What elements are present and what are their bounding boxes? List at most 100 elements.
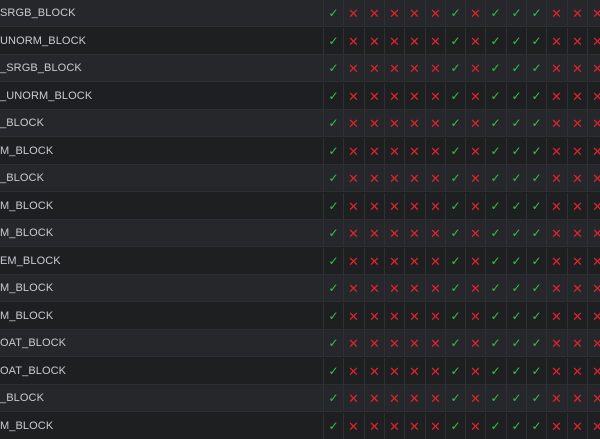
cross-icon: ✕ xyxy=(364,385,384,412)
cross-icon: ✕ xyxy=(425,137,445,165)
cross-icon: ✕ xyxy=(384,220,404,247)
table-row[interactable]: _BLOCK ✓ ✕ ✕ ✕ ✕ ✕ ✓ ✕ ✓ ✓ ✓ ✕ ✕ ✕ xyxy=(0,385,600,412)
table-row[interactable]: M_BLOCK ✓ ✕ ✕ ✕ ✕ ✕ ✓ ✕ ✓ ✓ ✓ ✕ ✕ ✕ xyxy=(0,412,600,439)
cross-icon: ✕ xyxy=(384,357,404,385)
cross-icon: ✕ xyxy=(343,192,363,220)
table-row[interactable]: M_BLOCK ✓ ✕ ✕ ✕ ✕ ✕ ✓ ✕ ✓ ✓ ✓ ✕ ✕ ✕ xyxy=(0,220,600,247)
cross-icon: ✕ xyxy=(465,27,485,55)
cross-icon: ✕ xyxy=(465,110,485,137)
checkmark-icon: ✓ xyxy=(323,27,343,55)
checkmark-icon: ✓ xyxy=(526,110,546,137)
cross-icon: ✕ xyxy=(425,330,445,357)
cross-icon: ✕ xyxy=(567,330,587,357)
table-row[interactable]: M_BLOCK ✓ ✕ ✕ ✕ ✕ ✕ ✓ ✕ ✓ ✓ ✓ ✕ ✕ ✕ xyxy=(0,275,600,302)
cross-icon: ✕ xyxy=(343,275,363,302)
checkmark-icon: ✓ xyxy=(445,82,465,110)
table-row[interactable]: OAT_BLOCK ✓ ✕ ✕ ✕ ✕ ✕ ✓ ✕ ✓ ✓ ✓ ✕ ✕ ✕ xyxy=(0,357,600,385)
cross-icon: ✕ xyxy=(567,220,587,247)
checkmark-icon: ✓ xyxy=(485,302,505,330)
checkmark-icon: ✓ xyxy=(445,220,465,247)
cross-icon: ✕ xyxy=(425,220,445,247)
cross-icon: ✕ xyxy=(343,247,363,275)
cross-icon: ✕ xyxy=(587,165,600,192)
cross-icon: ✕ xyxy=(587,357,600,385)
format-name: M_BLOCK xyxy=(0,282,54,294)
cross-icon: ✕ xyxy=(587,27,600,55)
cross-icon: ✕ xyxy=(343,27,363,55)
checkmark-icon: ✓ xyxy=(506,82,526,110)
cross-icon: ✕ xyxy=(465,357,485,385)
table-row[interactable]: M_BLOCK ✓ ✕ ✕ ✕ ✕ ✕ ✓ ✕ ✓ ✓ ✓ ✕ ✕ ✕ xyxy=(0,302,600,330)
table-row[interactable]: _UNORM_BLOCK ✓ ✕ ✕ ✕ ✕ ✕ ✓ ✕ ✓ ✓ ✓ ✕ ✕ ✕ xyxy=(0,82,600,110)
checkmark-icon: ✓ xyxy=(485,0,505,27)
cross-icon: ✕ xyxy=(567,412,587,439)
cross-icon: ✕ xyxy=(587,247,600,275)
cross-icon: ✕ xyxy=(425,412,445,439)
format-name: M_BLOCK xyxy=(0,227,54,239)
table-row[interactable]: UNORM_BLOCK ✓ ✕ ✕ ✕ ✕ ✕ ✓ ✕ ✓ ✓ ✓ ✕ ✕ ✕ xyxy=(0,27,600,55)
checkmark-icon: ✓ xyxy=(506,275,526,302)
cross-icon: ✕ xyxy=(567,82,587,110)
checkmark-icon: ✓ xyxy=(323,0,343,27)
cross-icon: ✕ xyxy=(546,82,566,110)
cross-icon: ✕ xyxy=(404,137,424,165)
cross-icon: ✕ xyxy=(343,357,363,385)
cross-icon: ✕ xyxy=(587,0,600,27)
cross-icon: ✕ xyxy=(343,82,363,110)
format-support-table: SRGB_BLOCK ✓ ✕ ✕ ✕ ✕ ✕ ✓ ✕ ✓ ✓ ✓ ✕ ✕ ✕ UNORM_BLOCK ✓ ✕ ✕ ✕ ✕… xyxy=(0,0,600,439)
checkmark-icon: ✓ xyxy=(323,82,343,110)
format-name: _BLOCK xyxy=(0,117,45,129)
cross-icon: ✕ xyxy=(546,385,566,412)
cross-icon: ✕ xyxy=(404,220,424,247)
cross-icon: ✕ xyxy=(546,275,566,302)
table-row[interactable]: SRGB_BLOCK ✓ ✕ ✕ ✕ ✕ ✕ ✓ ✕ ✓ ✓ ✓ ✕ ✕ ✕ xyxy=(0,0,600,27)
checkmark-icon: ✓ xyxy=(506,302,526,330)
checkmark-icon: ✓ xyxy=(323,55,343,82)
checkmark-icon: ✓ xyxy=(485,192,505,220)
table-row[interactable]: M_BLOCK ✓ ✕ ✕ ✕ ✕ ✕ ✓ ✕ ✓ ✓ ✓ ✕ ✕ ✕ xyxy=(0,137,600,165)
checkmark-icon: ✓ xyxy=(485,27,505,55)
cross-icon: ✕ xyxy=(587,192,600,220)
checkmark-icon: ✓ xyxy=(526,27,546,55)
cross-icon: ✕ xyxy=(546,0,566,27)
cross-icon: ✕ xyxy=(465,137,485,165)
format-name: EM_BLOCK xyxy=(0,254,61,267)
cross-icon: ✕ xyxy=(404,165,424,192)
cross-icon: ✕ xyxy=(567,27,587,55)
table-row[interactable]: EM_BLOCK ✓ ✕ ✕ ✕ ✕ ✕ ✓ ✕ ✓ ✓ ✓ ✕ ✕ ✕ xyxy=(0,247,600,275)
checkmark-icon: ✓ xyxy=(323,357,343,385)
cross-icon: ✕ xyxy=(546,302,566,330)
cross-icon: ✕ xyxy=(343,330,363,357)
cross-icon: ✕ xyxy=(384,55,404,82)
checkmark-icon: ✓ xyxy=(526,55,546,82)
checkmark-icon: ✓ xyxy=(445,330,465,357)
cross-icon: ✕ xyxy=(364,220,384,247)
table-row[interactable]: _SRGB_BLOCK ✓ ✕ ✕ ✕ ✕ ✕ ✓ ✕ ✓ ✓ ✓ ✕ ✕ ✕ xyxy=(0,55,600,82)
cross-icon: ✕ xyxy=(364,275,384,302)
cross-icon: ✕ xyxy=(404,110,424,137)
checkmark-icon: ✓ xyxy=(323,412,343,439)
cross-icon: ✕ xyxy=(465,385,485,412)
checkmark-icon: ✓ xyxy=(506,220,526,247)
cross-icon: ✕ xyxy=(425,357,445,385)
cross-icon: ✕ xyxy=(364,247,384,275)
cross-icon: ✕ xyxy=(465,302,485,330)
checkmark-icon: ✓ xyxy=(445,110,465,137)
cross-icon: ✕ xyxy=(546,247,566,275)
table-row[interactable]: M_BLOCK ✓ ✕ ✕ ✕ ✕ ✕ ✓ ✕ ✓ ✓ ✓ ✕ ✕ ✕ xyxy=(0,192,600,220)
cross-icon: ✕ xyxy=(384,247,404,275)
checkmark-icon: ✓ xyxy=(506,192,526,220)
cross-icon: ✕ xyxy=(343,385,363,412)
checkmark-icon: ✓ xyxy=(485,275,505,302)
table-row[interactable]: OAT_BLOCK ✓ ✕ ✕ ✕ ✕ ✕ ✓ ✕ ✓ ✓ ✓ ✕ ✕ ✕ xyxy=(0,330,600,357)
checkmark-icon: ✓ xyxy=(485,110,505,137)
cross-icon: ✕ xyxy=(404,247,424,275)
cross-icon: ✕ xyxy=(465,0,485,27)
checkmark-icon: ✓ xyxy=(445,247,465,275)
table-row[interactable]: _BLOCK ✓ ✕ ✕ ✕ ✕ ✕ ✓ ✕ ✓ ✓ ✓ ✕ ✕ ✕ xyxy=(0,110,600,137)
checkmark-icon: ✓ xyxy=(485,330,505,357)
table-row[interactable]: _BLOCK ✓ ✕ ✕ ✕ ✕ ✕ ✓ ✕ ✓ ✓ ✓ ✕ ✕ ✕ xyxy=(0,165,600,192)
cross-icon: ✕ xyxy=(404,82,424,110)
cross-icon: ✕ xyxy=(343,412,363,439)
cross-icon: ✕ xyxy=(404,55,424,82)
